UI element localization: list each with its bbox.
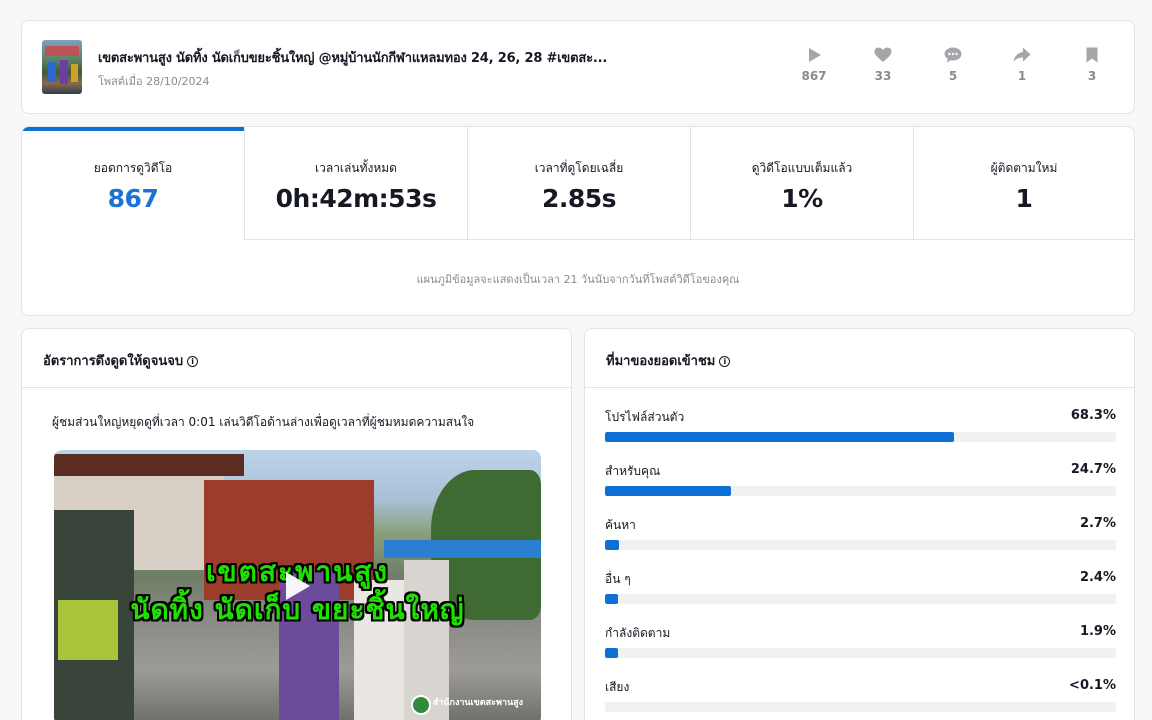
district-logo-icon xyxy=(411,695,431,715)
retention-description: ผู้ชมส่วนใหญ่หยุดดูที่เวลา 0:01 เล่นวิดี… xyxy=(52,415,475,429)
views-stat: 867 xyxy=(789,45,839,83)
source-bar-fill xyxy=(605,486,731,496)
traffic-source-header: ที่มาของยอดเข้าชม i xyxy=(585,329,1134,388)
source-bar-track xyxy=(605,702,1116,712)
traffic-source-title: ที่มาของยอดเข้าชม xyxy=(606,354,716,369)
tab-label: ดูวิดีโอแบบเต็มแล้ว xyxy=(751,161,853,175)
source-bar-track xyxy=(605,594,1116,604)
source-bar-fill xyxy=(605,540,619,550)
tab-value: 0h:42m:53s xyxy=(275,184,437,213)
source-percent: 2.7% xyxy=(1079,516,1116,531)
bookmark-icon xyxy=(1086,47,1098,63)
shares-stat: 1 xyxy=(997,45,1047,83)
source-bar-track xyxy=(605,486,1116,496)
source-label: อื่น ๆ xyxy=(605,572,631,586)
source-bar-fill xyxy=(605,648,618,658)
source-percent: 24.7% xyxy=(1070,462,1116,477)
play-icon[interactable] xyxy=(286,572,310,600)
post-title[interactable]: เขตสะพานสูง นัดทิ้ง นัดเก็บขยะชิ้นใหญ่ @… xyxy=(98,47,658,68)
traffic-source-card: ที่มาของยอดเข้าชม i โปรไฟล์ส่วนตัว 68.3% … xyxy=(584,328,1135,720)
shares-count: 1 xyxy=(1017,69,1027,83)
traffic-source-title-wrap: ที่มาของยอดเข้าชม i xyxy=(606,350,731,371)
retention-card-header: อัตราการดึงดูดให้ดูจนจบ i xyxy=(22,329,571,388)
saves-stat: 3 xyxy=(1067,45,1117,83)
source-percent: 1.9% xyxy=(1079,624,1116,639)
retention-title-wrap: อัตราการดึงดูดให้ดูจนจบ i xyxy=(43,350,199,371)
source-bar-fill xyxy=(605,594,618,604)
source-bar-fill xyxy=(605,432,954,442)
likes-count: 33 xyxy=(874,69,892,83)
likes-stat: 33 xyxy=(858,45,908,83)
tab-value: 1 xyxy=(1015,184,1033,213)
tab-new-followers[interactable]: ผู้ติดตามใหม่ 1 xyxy=(913,127,1134,240)
chart-data-note: แผนภูมิข้อมูลจะแสดงเป็นเวลา 21 วันนับจาก… xyxy=(416,273,740,286)
tab-total-play-time[interactable]: เวลาเล่นทั้งหมด 0h:42m:53s xyxy=(245,127,468,240)
source-label: ค้นหา xyxy=(605,518,636,532)
tab-value: 867 xyxy=(107,184,159,213)
post-date: โพสต์เมื่อ 28/10/2024 xyxy=(98,75,210,88)
source-label: โปรไฟล์ส่วนตัว xyxy=(605,410,685,424)
info-icon[interactable]: i xyxy=(187,356,199,367)
share-icon xyxy=(1013,47,1031,62)
saves-count: 3 xyxy=(1087,69,1097,83)
views-count: 867 xyxy=(801,69,827,83)
source-label: สำหรับคุณ xyxy=(605,464,661,478)
source-label: เสียง xyxy=(605,680,630,694)
source-bar-track xyxy=(605,540,1116,550)
tab-value: 1% xyxy=(781,184,823,213)
retention-card: อัตราการดึงดูดให้ดูจนจบ i ผู้ชมส่วนใหญ่หย… xyxy=(21,328,572,720)
retention-title: อัตราการดึงดูดให้ดูจนจบ xyxy=(43,354,184,369)
video-thumbnail[interactable] xyxy=(42,40,82,94)
play-icon xyxy=(809,48,821,62)
source-label: กำลังติดตาม xyxy=(605,626,671,640)
tab-label: เวลาที่ดูโดยเฉลี่ย xyxy=(534,161,624,175)
source-bar-track xyxy=(605,432,1116,442)
comment-icon xyxy=(944,47,962,63)
metrics-card: ยอดการดูวิดีโอ 867 เวลาเล่นทั้งหมด 0h:42… xyxy=(21,126,1135,316)
source-percent: <0.1% xyxy=(1069,678,1116,693)
tab-label: เวลาเล่นทั้งหมด xyxy=(315,161,397,175)
tab-average-watch-time[interactable]: เวลาที่ดูโดยเฉลี่ย 2.85s xyxy=(468,127,691,240)
tab-watched-full-video[interactable]: ดูวิดีโอแบบเต็มแล้ว 1% xyxy=(691,127,914,240)
source-percent: 2.4% xyxy=(1079,570,1116,585)
video-logo-text: สำนักงานเขตสะพานสูง xyxy=(432,698,523,708)
source-percent: 68.3% xyxy=(1070,408,1116,423)
post-summary-card: เขตสะพานสูง นัดทิ้ง นัดเก็บขยะชิ้นใหญ่ @… xyxy=(21,20,1135,114)
video-player[interactable]: เขตสะพานสูง นัดทิ้ง นัดเก็บ ขยะชิ้นใหญ่ … xyxy=(54,450,541,720)
heart-icon xyxy=(874,47,892,62)
tab-label: ยอดการดูวิดีโอ xyxy=(93,161,173,175)
comments-count: 5 xyxy=(948,69,958,83)
comments-stat: 5 xyxy=(928,45,978,83)
tab-value: 2.85s xyxy=(541,184,617,213)
tab-video-views[interactable]: ยอดการดูวิดีโอ 867 xyxy=(22,127,245,240)
info-icon[interactable]: i xyxy=(719,356,731,367)
tab-label: ผู้ติดตามใหม่ xyxy=(990,161,1058,175)
source-bar-track xyxy=(605,648,1116,658)
